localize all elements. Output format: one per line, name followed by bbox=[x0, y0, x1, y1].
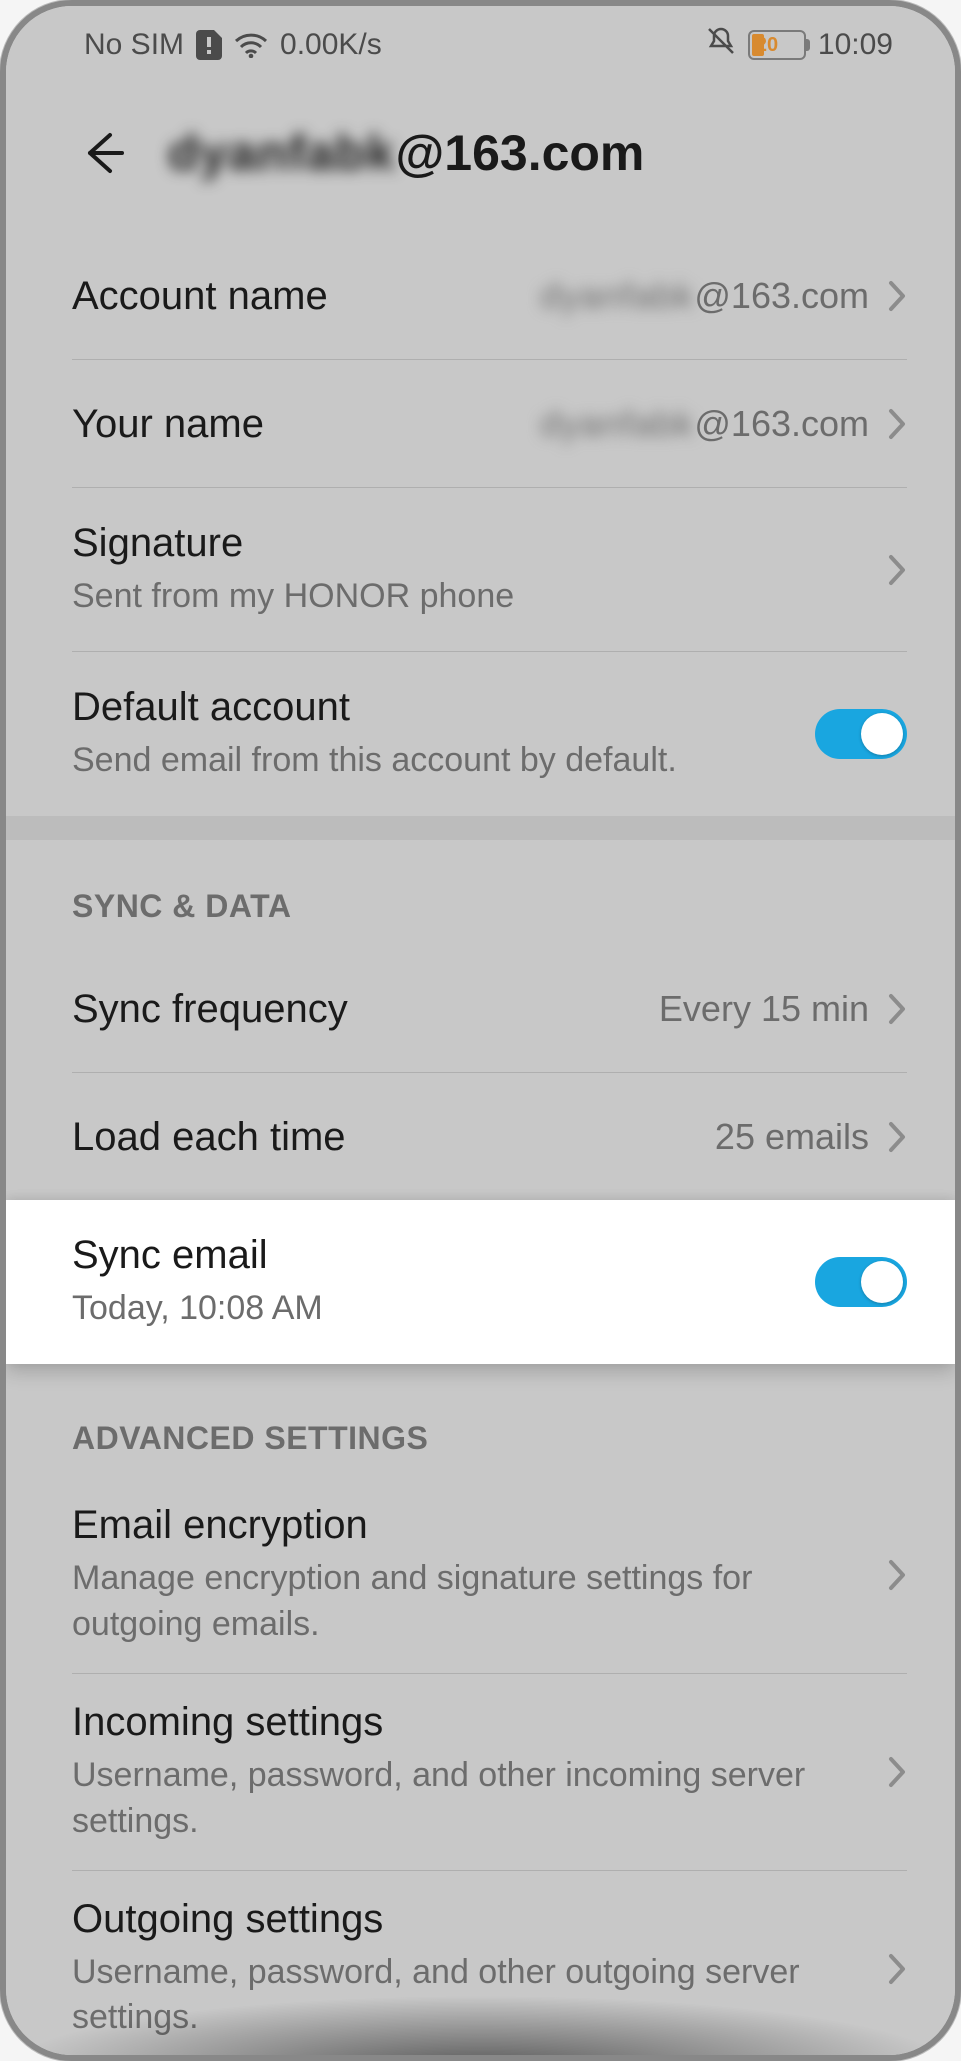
value-account-name-domain: @163.com bbox=[694, 275, 869, 317]
label-sync-frequency: Sync frequency bbox=[72, 987, 639, 1032]
chevron-right-icon bbox=[887, 407, 907, 441]
section-divider bbox=[6, 816, 955, 840]
back-button[interactable] bbox=[76, 125, 132, 181]
page-title: dyanfabk@163.com bbox=[168, 124, 644, 182]
value-your-name: dyanfabk@163.com bbox=[540, 403, 907, 445]
label-incoming-settings: Incoming settings bbox=[72, 1700, 867, 1745]
section-advanced: ADVANCED SETTINGS bbox=[6, 1364, 955, 1477]
status-bar: No SIM 0.00K/s 20 10:09 bbox=[6, 6, 955, 84]
battery-percent: 20 bbox=[756, 34, 778, 57]
value-your-name-domain: @163.com bbox=[694, 403, 869, 445]
row-sync-email[interactable]: Sync email Today, 10:08 AM bbox=[6, 1200, 955, 1364]
row-your-name[interactable]: Your name dyanfabk@163.com bbox=[6, 360, 955, 488]
label-default-account: Default account bbox=[72, 685, 795, 730]
label-your-name: Your name bbox=[72, 402, 520, 447]
label-sync-email: Sync email bbox=[72, 1233, 795, 1278]
label-outgoing-settings: Outgoing settings bbox=[72, 1897, 867, 1942]
value-load-each-time-text: 25 emails bbox=[715, 1116, 869, 1158]
title-email-domain: @163.com bbox=[396, 124, 645, 182]
sub-incoming-settings: Username, password, and other incoming s… bbox=[72, 1753, 867, 1845]
value-sync-frequency: Every 15 min bbox=[659, 988, 907, 1030]
chevron-right-icon bbox=[887, 1558, 907, 1592]
toggle-sync-email[interactable] bbox=[815, 1257, 907, 1307]
chevron-right-icon bbox=[887, 992, 907, 1026]
row-sync-frequency[interactable]: Sync frequency Every 15 min bbox=[6, 945, 955, 1073]
sub-default-account: Send email from this account by default. bbox=[72, 738, 795, 784]
sync-section: Sync frequency Every 15 min Load each ti… bbox=[6, 945, 955, 1201]
sub-signature: Sent from my HONOR phone bbox=[72, 574, 867, 620]
value-load-each-time: 25 emails bbox=[715, 1116, 907, 1158]
clock: 10:09 bbox=[818, 28, 893, 62]
wifi-icon bbox=[234, 32, 268, 58]
value-account-name-user: dyanfabk bbox=[540, 275, 694, 317]
label-account-name: Account name bbox=[72, 274, 520, 319]
advanced-section: Email encryption Manage encryption and s… bbox=[6, 1477, 955, 2055]
chevron-right-icon bbox=[887, 1755, 907, 1789]
chevron-right-icon bbox=[887, 1952, 907, 1986]
dnd-icon bbox=[706, 26, 736, 64]
power-button bbox=[957, 806, 961, 956]
sim-alert-icon bbox=[196, 30, 222, 60]
battery-icon: 20 bbox=[748, 30, 806, 60]
account-section: Account name dyanfabk@163.com Your name … bbox=[6, 232, 955, 816]
value-sync-frequency-text: Every 15 min bbox=[659, 988, 869, 1030]
row-default-account[interactable]: Default account Send email from this acc… bbox=[6, 652, 955, 816]
sim-status: No SIM bbox=[84, 28, 184, 62]
chevron-right-icon bbox=[887, 553, 907, 587]
app-header: dyanfabk@163.com bbox=[6, 84, 955, 232]
row-email-encryption[interactable]: Email encryption Manage encryption and s… bbox=[6, 1477, 955, 1674]
value-your-name-user: dyanfabk bbox=[540, 403, 694, 445]
chevron-right-icon bbox=[887, 1120, 907, 1154]
chevron-right-icon bbox=[887, 279, 907, 313]
row-account-name[interactable]: Account name dyanfabk@163.com bbox=[6, 232, 955, 360]
row-incoming-settings[interactable]: Incoming settings Username, password, an… bbox=[6, 1674, 955, 1871]
toggle-default-account[interactable] bbox=[815, 709, 907, 759]
highlighted-row-wrap: Sync email Today, 10:08 AM bbox=[6, 1200, 955, 1364]
sub-sync-email: Today, 10:08 AM bbox=[72, 1286, 795, 1332]
section-sync-data: SYNC & DATA bbox=[6, 840, 955, 945]
sub-email-encryption: Manage encryption and signature settings… bbox=[72, 1556, 867, 1648]
title-email-user: dyanfabk bbox=[168, 124, 396, 182]
row-load-each-time[interactable]: Load each time 25 emails bbox=[6, 1073, 955, 1201]
screen: No SIM 0.00K/s 20 10:09 bbox=[6, 6, 955, 2055]
label-load-each-time: Load each time bbox=[72, 1115, 695, 1160]
sub-outgoing-settings: Username, password, and other outgoing s… bbox=[72, 1950, 867, 2042]
row-signature[interactable]: Signature Sent from my HONOR phone bbox=[6, 488, 955, 652]
label-signature: Signature bbox=[72, 521, 867, 566]
label-email-encryption: Email encryption bbox=[72, 1503, 867, 1548]
value-account-name: dyanfabk@163.com bbox=[540, 275, 907, 317]
row-outgoing-settings[interactable]: Outgoing settings Username, password, an… bbox=[6, 1871, 955, 2055]
volume-button bbox=[957, 466, 961, 766]
data-rate: 0.00K/s bbox=[280, 28, 382, 62]
phone-frame: No SIM 0.00K/s 20 10:09 bbox=[0, 0, 961, 2061]
